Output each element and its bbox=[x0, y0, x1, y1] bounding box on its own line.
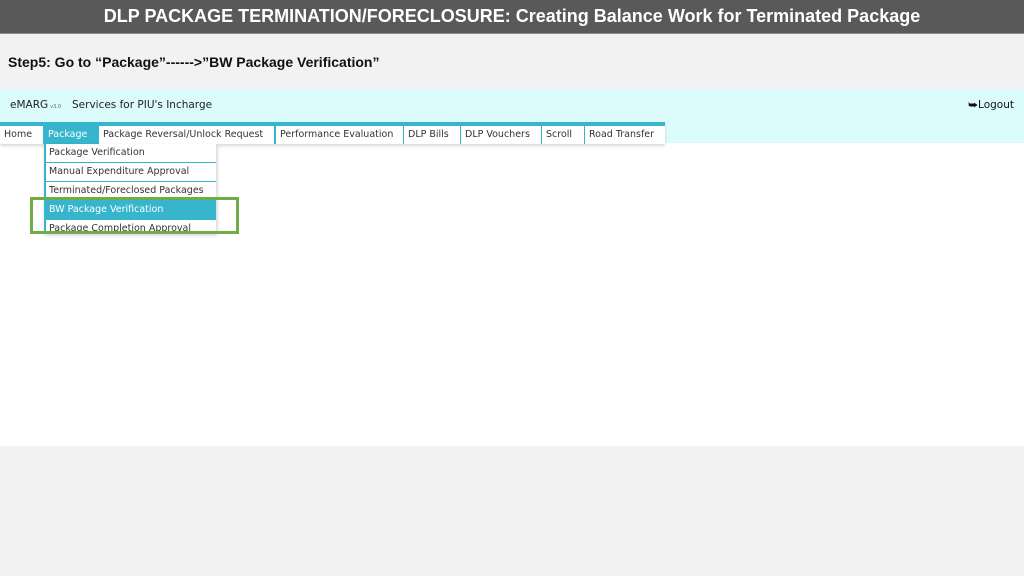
logout-icon: ⮩ bbox=[968, 99, 979, 111]
main-nav: Home Package Package Reversal/Unlock Req… bbox=[0, 122, 665, 144]
app-brand[interactable]: eMARG v3.0 bbox=[10, 99, 61, 111]
nav-dlp-vouchers[interactable]: DLP Vouchers bbox=[461, 126, 541, 144]
highlight-box bbox=[30, 197, 239, 234]
nav-performance-evaluation[interactable]: Performance Evaluation bbox=[276, 126, 403, 144]
nav-dlp-bills[interactable]: DLP Bills bbox=[404, 126, 460, 144]
step-instruction: Step5: Go to “Package”------>”BW Package… bbox=[8, 54, 380, 70]
app-screenshot: eMARG v3.0 Services for PIU's Incharge ⮩L… bbox=[0, 89, 1024, 446]
logout-link[interactable]: ⮩Logout bbox=[968, 99, 1014, 112]
slide-title: DLP PACKAGE TERMINATION/FORECLOSURE: Cre… bbox=[0, 0, 1024, 34]
logout-label: Logout bbox=[978, 99, 1014, 111]
brand-name: eMARG bbox=[10, 99, 49, 111]
menu-package-verification[interactable]: Package Verification bbox=[46, 144, 216, 162]
nav-package[interactable]: Package bbox=[44, 126, 100, 144]
nav-package-reversal[interactable]: Package Reversal/Unlock Request bbox=[99, 126, 274, 144]
service-title: Services for PIU's Incharge bbox=[72, 99, 213, 111]
nav-home[interactable]: Home bbox=[0, 126, 43, 144]
menu-manual-expenditure-approval[interactable]: Manual Expenditure Approval bbox=[46, 163, 216, 181]
nav-scroll[interactable]: Scroll bbox=[542, 126, 584, 144]
app-version: v3.0 bbox=[50, 104, 62, 110]
nav-road-transfer[interactable]: Road Transfer bbox=[585, 126, 665, 144]
app-header: eMARG v3.0 Services for PIU's Incharge ⮩L… bbox=[0, 89, 1024, 144]
